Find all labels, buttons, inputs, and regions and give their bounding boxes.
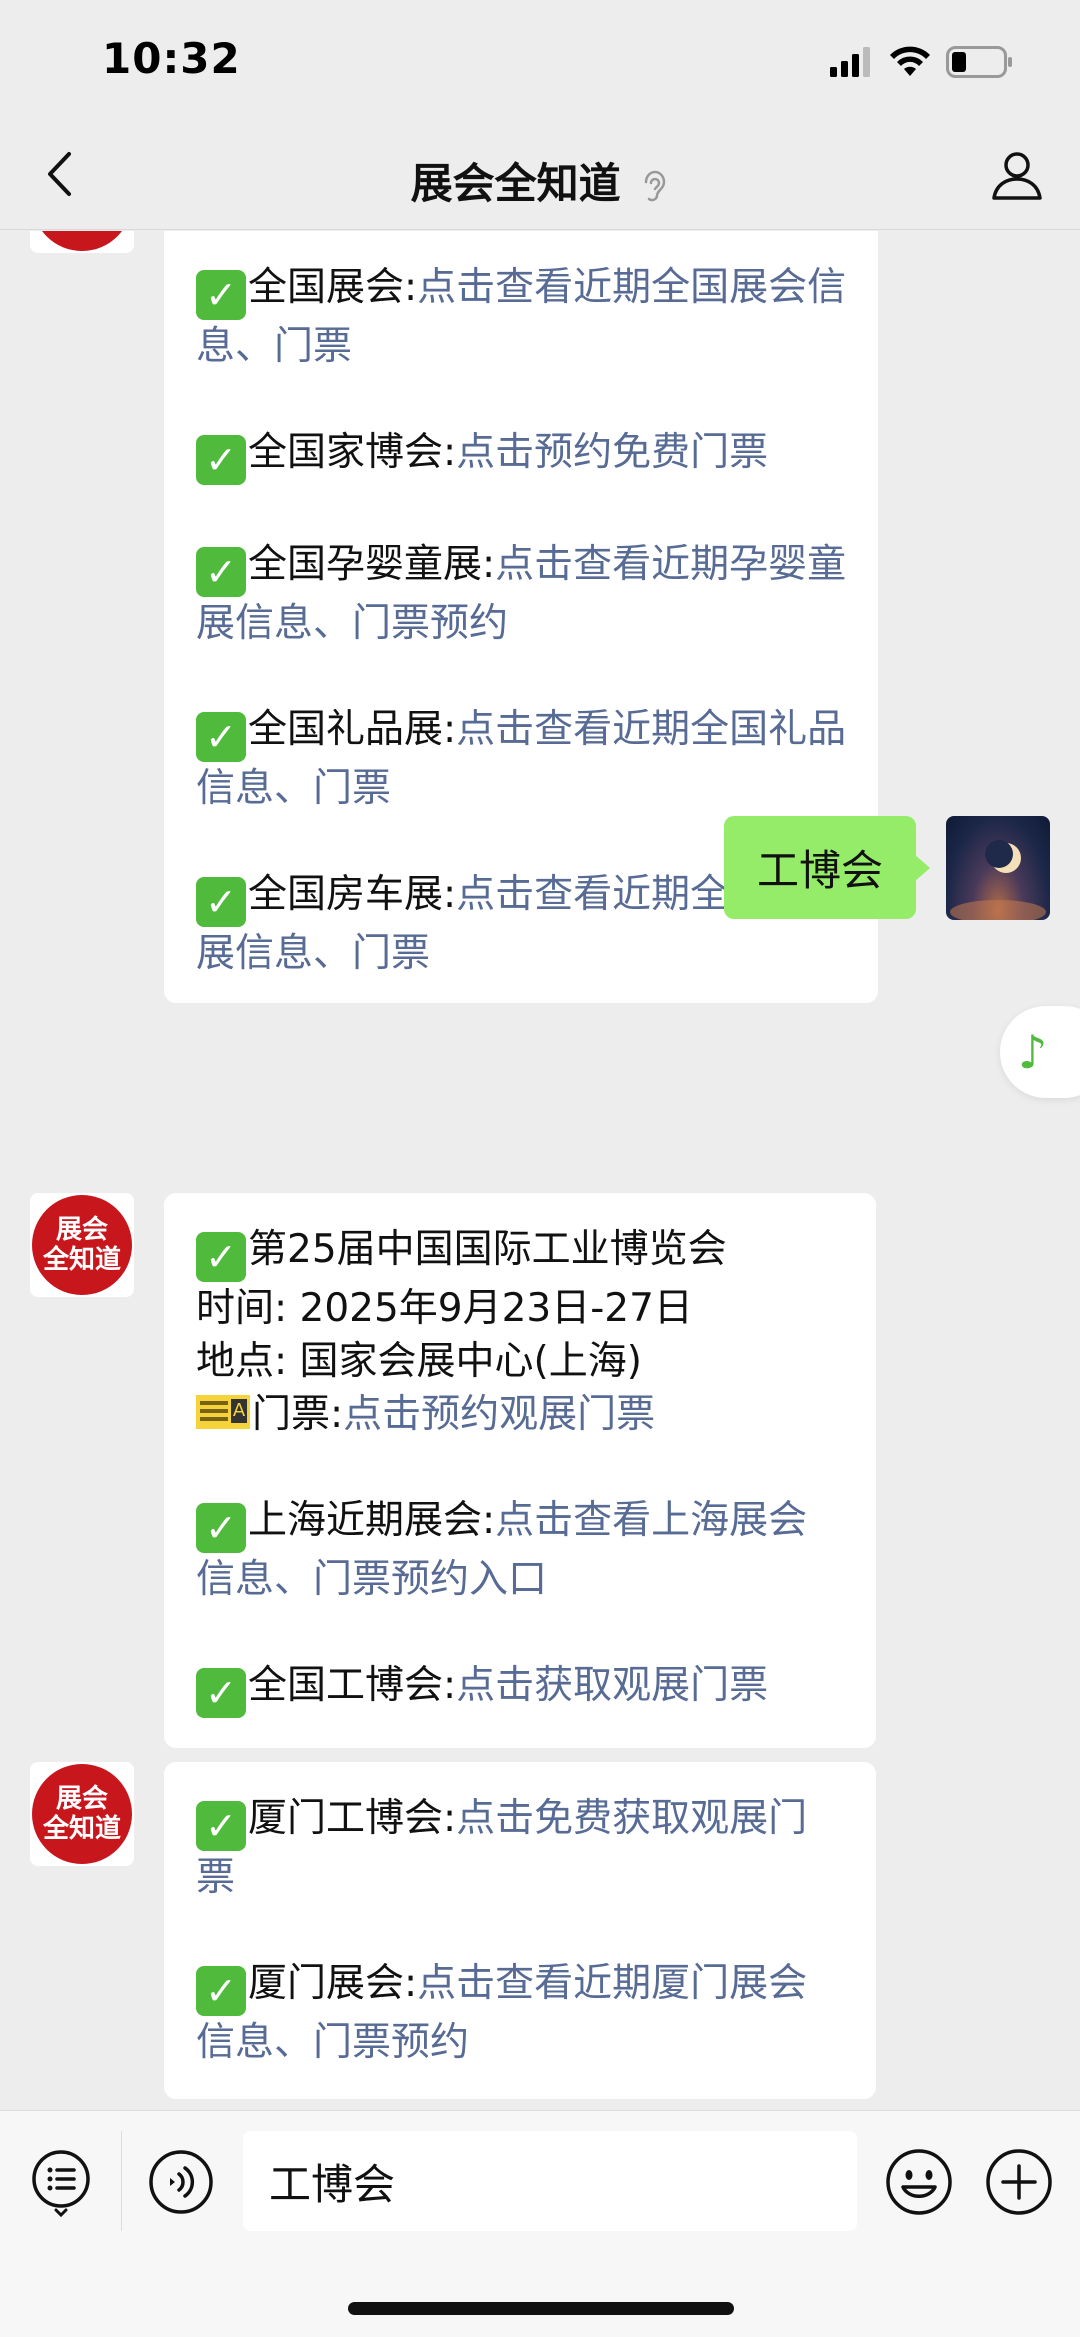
divider — [121, 2131, 122, 2231]
wifi-icon — [890, 46, 930, 76]
person-icon — [992, 152, 1042, 200]
status-icons — [830, 44, 1014, 80]
moon-icon — [950, 840, 1046, 920]
home-indicator[interactable] — [348, 2302, 734, 2315]
account-logo: 展会 全知道 — [32, 1764, 132, 1864]
list-item: ✓ 厦门展会:点击查看近期厦门展会信息、门票预约 — [196, 1961, 808, 2065]
profile-button[interactable] — [984, 142, 1050, 208]
user-avatar[interactable] — [946, 816, 1050, 920]
check-icon: ✓ — [196, 877, 246, 927]
chat-screen: 10:32 展会全知道 ✓ 全国展会:点击查看近期全国展会信息、门票 ✓ 全国家… — [0, 0, 1080, 2337]
voice-icon — [149, 2150, 213, 2214]
nav-title: 展会全知道 — [0, 150, 1080, 211]
status-time: 10:32 — [102, 34, 241, 83]
check-icon: ✓ — [196, 1668, 246, 1718]
list-item: ✓ 全国展会:点击查看近期全国展会信息、门票 — [196, 265, 847, 369]
signal-icon — [830, 47, 870, 77]
check-icon: ✓ — [196, 435, 246, 485]
status-bar: 10:32 — [0, 0, 1080, 120]
check-icon: ✓ — [196, 1966, 246, 2016]
plus-icon — [986, 2149, 1052, 2215]
official-account-avatar[interactable]: 展会 全知道 — [30, 1193, 134, 1297]
list-item: ✓ 全国孕婴童展:点击查看近期孕婴童展信息、门票预约 — [196, 542, 847, 646]
ticket-link[interactable]: 点击预约观展门票 — [343, 1392, 655, 1437]
official-account-avatar[interactable]: 展会 全知道 — [30, 1762, 134, 1866]
check-icon: ✓ — [196, 1801, 246, 1851]
music-note-icon: ♪ — [1018, 1025, 1048, 1079]
sent-message-text: 工博会 — [756, 846, 883, 895]
check-icon: ✓ — [196, 547, 246, 597]
page-title: 展会全知道 — [410, 159, 621, 208]
check-icon: ✓ — [196, 1503, 246, 1553]
exhibition-info: ✓ 第25届中国国际工业博览会 时间: 2025年9月23日-27日 地点: 国家… — [196, 1223, 846, 1441]
menu-list-icon — [32, 2150, 90, 2217]
floating-music-button[interactable]: ♪ — [1000, 1006, 1080, 1098]
list-item: ✓ 全国礼品展:点击查看近期全国礼品信息、门票 — [196, 707, 847, 811]
battery-icon — [946, 46, 1012, 78]
emoji-icon — [886, 2149, 952, 2215]
list-item: ✓ 厦门工博会:点击免费获取观展门票 — [196, 1796, 808, 1900]
list-item: ✓ 全国工博会:点击获取观展门票 — [196, 1659, 846, 1718]
account-logo: 展会 全知道 — [32, 231, 132, 251]
list-item: ✓ 上海近期展会:点击查看上海展会信息、门票预约入口 — [196, 1498, 808, 1602]
exhibition-link[interactable]: 点击预约免费门票 — [456, 430, 768, 475]
message-input-value: 工博会 — [269, 2159, 396, 2209]
more-button[interactable] — [984, 2147, 1054, 2217]
check-icon: ✓ — [196, 1232, 246, 1282]
emoji-button[interactable] — [884, 2147, 954, 2217]
exhibition-title: 第25届中国国际工业博览会 — [248, 1227, 727, 1272]
ear-icon — [645, 170, 666, 201]
check-icon: ✓ — [196, 270, 246, 320]
message-bubble: ✓ 厦门工博会:点击免费获取观展门票 ✓ 厦门展会:点击查看近期厦门展会信息、门票预… — [164, 1762, 876, 2099]
message-input[interactable]: 工博会 — [243, 2131, 857, 2231]
menu-button[interactable] — [26, 2147, 96, 2217]
message-bubble: ✓ 第25届中国国际工业博览会 时间: 2025年9月23日-27日 地点: 国家… — [164, 1193, 876, 1748]
chat-area[interactable]: 展会 全知道 ✓全国展会:点击查看近期全国展会信息、门票 ✓全国家博会:点击预约… — [0, 231, 1080, 2110]
list-item: ✓ 全国家博会:点击预约免费门票 — [196, 426, 848, 485]
account-logo: 展会 全知道 — [32, 1195, 132, 1295]
exhibition-time: 时间: 2025年9月23日-27日 — [196, 1286, 693, 1331]
exhibition-place: 地点: 国家会展中心(上海) — [196, 1339, 642, 1384]
ticket-icon — [196, 1395, 250, 1429]
sent-message-bubble: 工博会 — [724, 816, 930, 919]
official-account-avatar[interactable]: 展会 全知道 — [30, 231, 134, 253]
voice-button[interactable] — [146, 2147, 216, 2217]
nav-bar: 展会全知道 — [0, 120, 1080, 230]
check-icon: ✓ — [196, 712, 246, 762]
exhibition-link[interactable]: 点击获取观展门票 — [456, 1663, 768, 1708]
